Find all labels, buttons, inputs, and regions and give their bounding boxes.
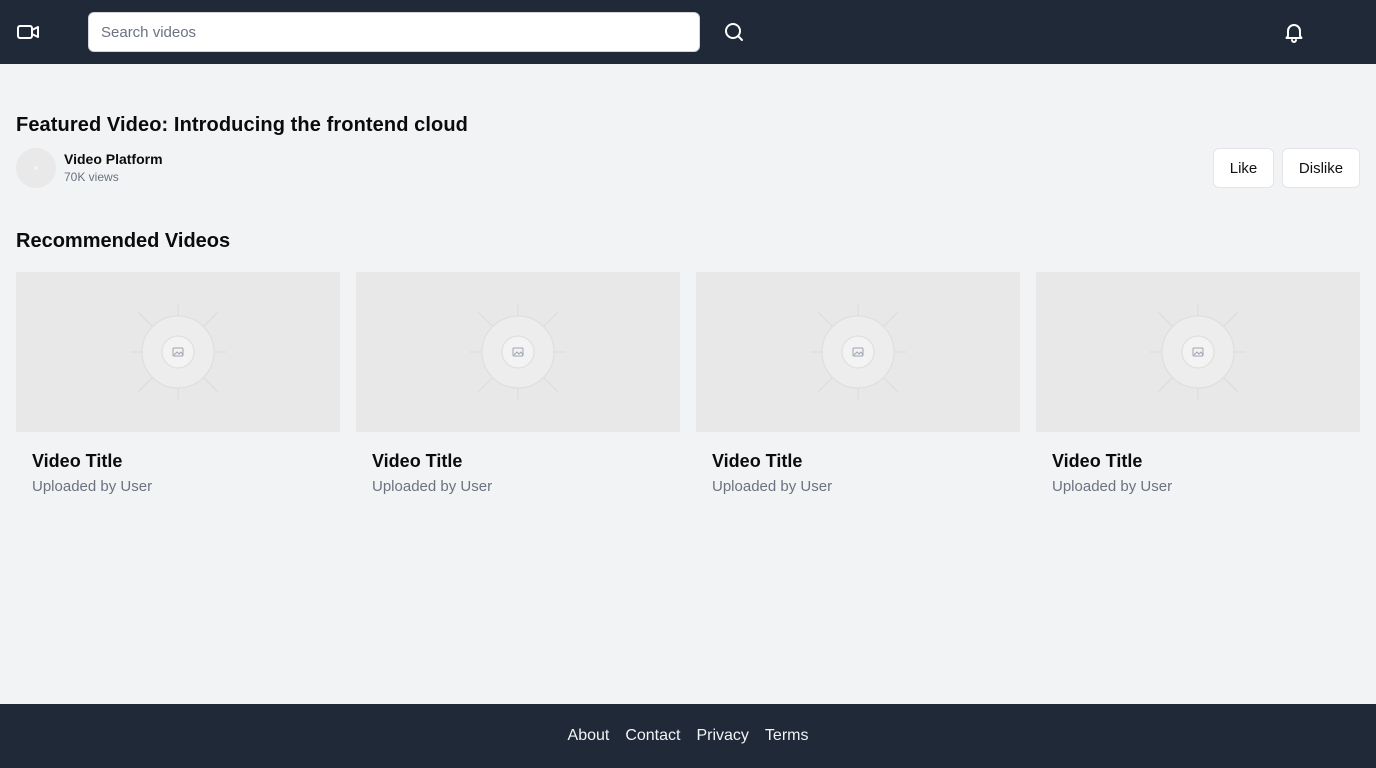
video-card[interactable]: Video Title Uploaded by User <box>16 272 340 512</box>
bell-icon[interactable] <box>1282 20 1306 44</box>
search-icon[interactable] <box>722 20 746 44</box>
video-title[interactable]: Video Title <box>372 451 462 472</box>
video-thumbnail[interactable] <box>1036 272 1360 432</box>
image-placeholder-icon <box>810 304 906 400</box>
view-count: 70K views <box>64 170 119 184</box>
video-uploader: Uploaded by User <box>1052 478 1173 495</box>
footer-link-about[interactable]: About <box>568 727 610 745</box>
video-card[interactable]: Video Title Uploaded by User <box>696 272 1020 512</box>
search-input[interactable] <box>88 12 700 52</box>
featured-video-title: Featured Video: Introducing the frontend… <box>16 114 469 136</box>
video-title[interactable]: Video Title <box>1052 451 1142 472</box>
footer-link-privacy[interactable]: Privacy <box>696 727 748 745</box>
video-camera-icon[interactable] <box>16 20 42 44</box>
video-uploader: Uploaded by User <box>372 478 493 495</box>
video-title[interactable]: Video Title <box>712 451 802 472</box>
video-title[interactable]: Video Title <box>32 451 122 472</box>
footer: About Contact Privacy Terms <box>0 704 1376 768</box>
video-thumbnail[interactable] <box>16 272 340 432</box>
video-thumbnail[interactable] <box>696 272 1020 432</box>
video-card[interactable]: Video Title Uploaded by User <box>1036 272 1360 512</box>
recommended-heading: Recommended Videos <box>16 230 231 252</box>
video-uploader: Uploaded by User <box>712 478 833 495</box>
channel-name[interactable]: Video Platform <box>64 151 163 167</box>
channel-avatar[interactable] <box>16 148 56 188</box>
image-placeholder-icon <box>1150 304 1246 400</box>
top-navbar <box>0 0 1376 64</box>
video-card[interactable]: Video Title Uploaded by User <box>356 272 680 512</box>
footer-link-terms[interactable]: Terms <box>765 727 809 745</box>
image-placeholder-icon <box>470 304 566 400</box>
image-placeholder-icon <box>130 304 226 400</box>
video-uploader: Uploaded by User <box>32 478 153 495</box>
video-thumbnail[interactable] <box>356 272 680 432</box>
like-button[interactable]: Like <box>1213 148 1274 188</box>
dislike-button[interactable]: Dislike <box>1282 148 1360 188</box>
footer-link-contact[interactable]: Contact <box>625 727 680 745</box>
